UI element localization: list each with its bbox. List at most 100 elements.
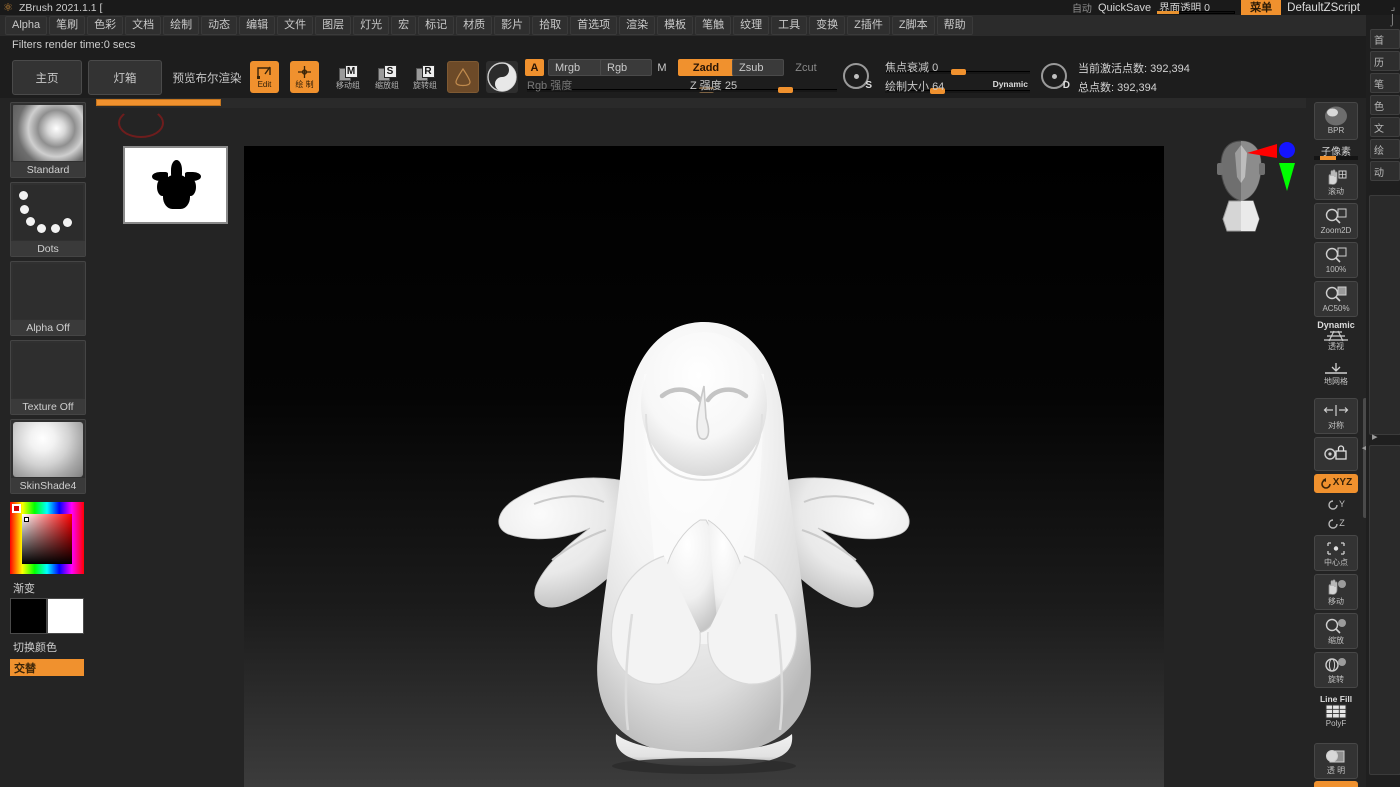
zsub-toggle[interactable]: Zsub (732, 59, 784, 76)
document-thumbnail[interactable] (123, 146, 228, 224)
menu-item-1[interactable]: 笔刷 (49, 16, 85, 35)
z-intensity-knob[interactable] (778, 87, 793, 93)
menu-item-7[interactable]: 文件 (277, 16, 313, 35)
material-preview-button[interactable] (486, 61, 518, 93)
right-expand-arrow-icon[interactable]: ▸ (1372, 430, 1378, 443)
edit-mode-button[interactable]: Edit (250, 61, 279, 93)
draw-size-slider[interactable]: 绘制大小 64 Dynamic (885, 79, 1030, 94)
preview-boolean-button[interactable]: 预览布尔渲染 (166, 60, 248, 95)
material-selector[interactable]: SkinShade4 (10, 419, 86, 494)
far-right-item-0[interactable]: 首 (1370, 29, 1400, 49)
menu-item-4[interactable]: 绘制 (163, 16, 199, 35)
menu-item-16[interactable]: 渲染 (619, 16, 655, 35)
rgb-toggle[interactable]: Rgb (600, 59, 652, 76)
subpixel-slider[interactable] (1314, 156, 1358, 160)
menu-item-0[interactable]: Alpha (5, 16, 47, 35)
m-toggle[interactable]: M (652, 59, 672, 76)
rotate-mode-button[interactable]: R 旋转组 (411, 62, 439, 92)
window-title: ZBrush 2021.1.1 [ (19, 2, 102, 14)
menu-item-19[interactable]: 纹理 (733, 16, 769, 35)
bpr-render-button[interactable]: BPR (1314, 102, 1358, 140)
far-right-item-3[interactable]: 色 (1370, 95, 1400, 115)
menu-item-24[interactable]: 帮助 (937, 16, 973, 35)
switch-color-button[interactable]: 切换颜色 (10, 638, 84, 655)
axis-xyz-button[interactable]: XYZ (1314, 474, 1358, 493)
color-swatches[interactable] (10, 598, 84, 634)
transparency-button[interactable]: 透 明 (1314, 743, 1358, 779)
menu-item-23[interactable]: Z脚本 (892, 16, 935, 35)
color-picker-field[interactable] (22, 514, 72, 564)
home-button[interactable]: 主页 (12, 60, 82, 95)
lock-transform-button[interactable] (1314, 437, 1358, 471)
focal-shift-knob[interactable] (951, 69, 966, 75)
focal-shift-slider[interactable]: 焦点衰减 0 (885, 60, 1030, 75)
far-right-item-1[interactable]: 历 (1370, 51, 1400, 71)
symmetry-button[interactable]: 对称 (1314, 398, 1358, 434)
z-intensity-slider[interactable]: Z 强度 25 (690, 78, 836, 93)
ac50-button[interactable]: AC50% (1314, 281, 1358, 317)
zoom2d-button[interactable]: Zoom2D (1314, 203, 1358, 239)
polyframe-button[interactable]: Line Fill PolyF (1314, 690, 1358, 732)
axis-y-button[interactable]: Y (1314, 496, 1358, 513)
menu-item-6[interactable]: 编辑 (239, 16, 275, 35)
interface-transparency-slider[interactable]: 界面透明 0 (1157, 1, 1235, 15)
perspective-button[interactable]: Dynamic 透视 (1314, 317, 1358, 355)
move-mode-button[interactable]: M 移动组 (334, 62, 362, 92)
menu-item-3[interactable]: 文档 (125, 16, 161, 35)
menu-item-21[interactable]: 变换 (809, 16, 845, 35)
texture-selector[interactable]: Texture Off (10, 340, 86, 415)
viewport-3d[interactable] (244, 146, 1164, 787)
menu-item-14[interactable]: 拾取 (532, 16, 568, 35)
mrgb-toggle[interactable]: Mrgb (548, 59, 608, 76)
rgb-intensity-label: Rgb 强度 (527, 77, 572, 93)
menu-item-11[interactable]: 标记 (418, 16, 454, 35)
quicksave-button[interactable]: QuickSave (1098, 2, 1151, 14)
draw-size-icon[interactable]: S (843, 63, 869, 89)
color-picker[interactable] (10, 502, 84, 574)
menu-item-10[interactable]: 宏 (391, 16, 416, 35)
menu-item-20[interactable]: 工具 (771, 16, 807, 35)
menu-bar: Alpha笔刷色彩文档绘制动态编辑文件图层灯光宏标记材质影片拾取首选项渲染模板笔… (0, 15, 1400, 36)
secondary-color-swatch[interactable] (47, 598, 84, 634)
rotate-button[interactable]: 旋转 (1314, 652, 1358, 688)
current-material-button[interactable] (447, 61, 479, 93)
menu-item-13[interactable]: 影片 (494, 16, 530, 35)
alpha-selector[interactable]: Alpha Off (10, 261, 86, 336)
menu-item-12[interactable]: 材质 (456, 16, 492, 35)
center-button[interactable]: 中心点 (1314, 535, 1358, 571)
dynamic-mode-icon[interactable]: D (1041, 63, 1067, 89)
floor-grid-button[interactable]: 地网格 (1314, 356, 1358, 392)
alpha-toggle[interactable]: A (525, 59, 544, 76)
stroke-selector[interactable]: Dots (10, 182, 86, 257)
zadd-toggle[interactable]: Zadd (678, 59, 734, 76)
zcut-toggle[interactable]: Zcut (786, 59, 826, 76)
menu-item-22[interactable]: Z插件 (847, 16, 890, 35)
navigation-gizmo[interactable] (1199, 131, 1309, 246)
axis-z-button[interactable]: Z (1314, 515, 1358, 532)
lightbox-button[interactable]: 灯箱 (88, 60, 162, 95)
dynamic-dot (1052, 74, 1057, 79)
menu-item-9[interactable]: 灯光 (353, 16, 389, 35)
far-right-item-2[interactable]: 笔 (1370, 73, 1400, 93)
menu-item-2[interactable]: 色彩 (87, 16, 123, 35)
brush-selector[interactable]: Standard (10, 102, 86, 178)
scale-mode-button[interactable]: S 缩放组 (373, 62, 401, 92)
actual-size-button[interactable]: 100% (1314, 242, 1358, 278)
main-color-swatch[interactable] (10, 598, 47, 634)
move-button[interactable]: 移动 (1314, 574, 1358, 610)
far-right-item-6[interactable]: 动 (1370, 161, 1400, 181)
far-right-item-4[interactable]: 文 (1370, 117, 1400, 137)
draw-mode-button[interactable]: 绘 制 (290, 61, 319, 93)
rotate-axis-y-icon (1327, 499, 1339, 511)
menu-item-17[interactable]: 模板 (657, 16, 693, 35)
alternate-button[interactable]: 交替 (10, 659, 84, 676)
menu-item-5[interactable]: 动态 (201, 16, 237, 35)
scroll-button[interactable]: 滚动 (1314, 164, 1358, 200)
far-right-item-5[interactable]: 绘 (1370, 139, 1400, 159)
menu-item-15[interactable]: 首选项 (570, 16, 617, 35)
menu-item-18[interactable]: 笔触 (695, 16, 731, 35)
menu-item-8[interactable]: 图层 (315, 16, 351, 35)
gradient-button[interactable]: 渐变 (10, 579, 84, 596)
scale-button[interactable]: 缩放 (1314, 613, 1358, 649)
ghost-transparency-button[interactable] (1314, 781, 1358, 787)
